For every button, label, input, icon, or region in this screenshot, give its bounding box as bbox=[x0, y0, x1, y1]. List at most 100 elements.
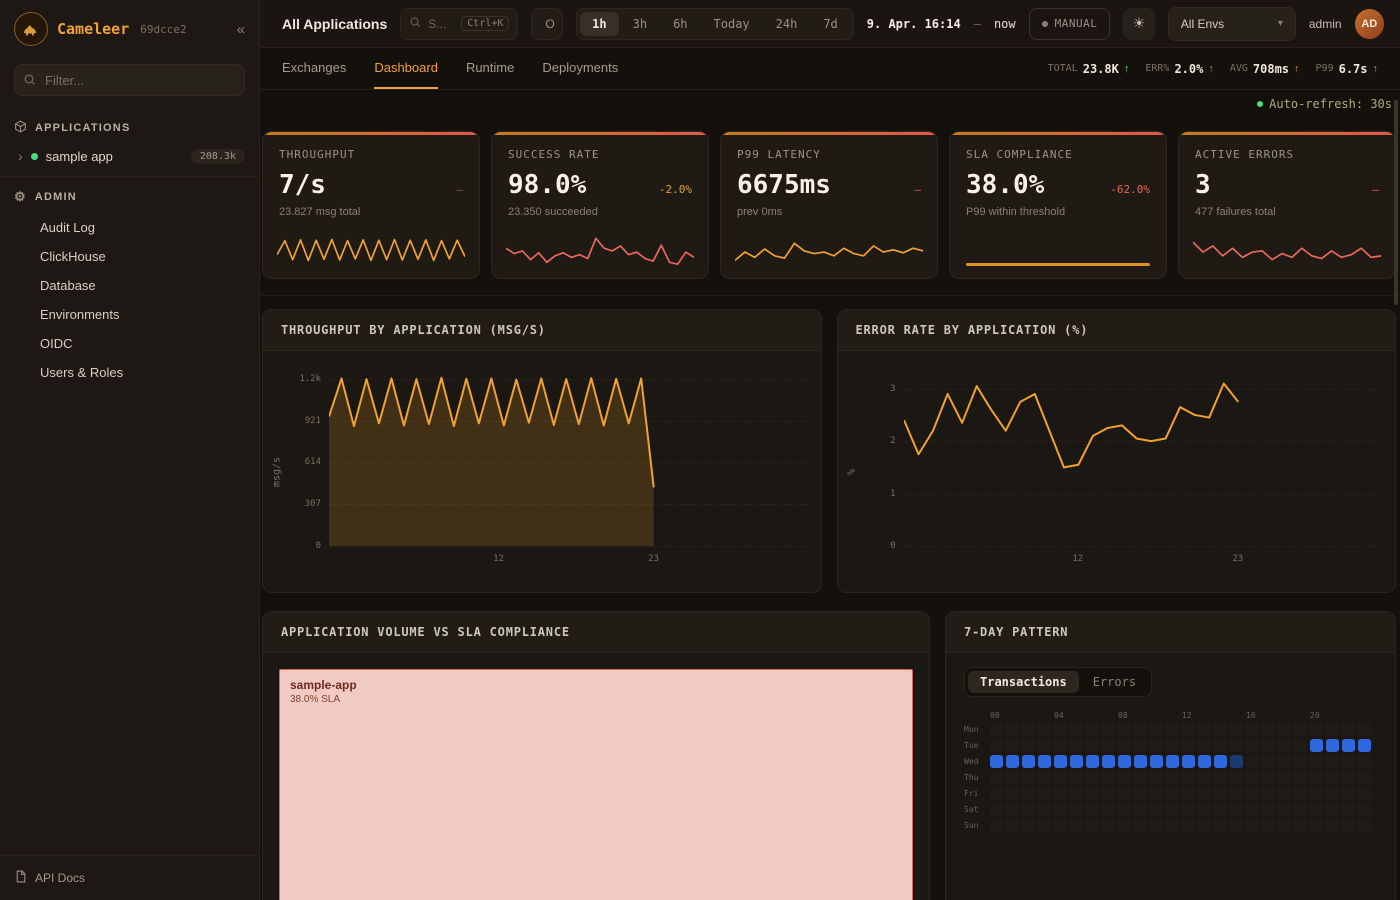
heatmap-cell[interactable] bbox=[1022, 771, 1035, 784]
heatmap-cell[interactable] bbox=[1086, 787, 1099, 800]
heatmap-cell[interactable] bbox=[1134, 787, 1147, 800]
heatmap-cell[interactable] bbox=[1198, 723, 1211, 736]
heatmap-cell[interactable] bbox=[990, 771, 1003, 784]
heatmap-cell[interactable] bbox=[1022, 739, 1035, 752]
heatmap-cell[interactable] bbox=[1342, 787, 1355, 800]
heatmap-cell[interactable] bbox=[1006, 755, 1019, 768]
heatmap-cell[interactable] bbox=[1118, 803, 1131, 816]
range-6h[interactable]: 6h bbox=[661, 12, 699, 36]
heatmap-cell[interactable] bbox=[1118, 787, 1131, 800]
heatmap-cell[interactable] bbox=[1054, 819, 1067, 832]
range-7d[interactable]: 7d bbox=[811, 12, 849, 36]
heatmap-cell[interactable] bbox=[1326, 819, 1339, 832]
heatmap-cell[interactable] bbox=[1150, 803, 1163, 816]
heatmap-cell[interactable] bbox=[1006, 819, 1019, 832]
heatmap-cell[interactable] bbox=[1182, 739, 1195, 752]
heatmap-cell[interactable] bbox=[1262, 723, 1275, 736]
heatmap-cell[interactable] bbox=[1118, 739, 1131, 752]
heatmap-cell[interactable] bbox=[1006, 771, 1019, 784]
heatmap-cell[interactable] bbox=[1214, 739, 1227, 752]
manual-refresh-button[interactable]: MANUAL bbox=[1029, 8, 1111, 40]
heatmap-cell[interactable] bbox=[1230, 755, 1243, 768]
heatmap-cell[interactable] bbox=[1294, 803, 1307, 816]
treemap-rect-sample-app[interactable]: sample-app 38.0% SLA bbox=[279, 669, 913, 900]
heatmap-cell[interactable] bbox=[1134, 819, 1147, 832]
heatmap-cell[interactable] bbox=[1294, 787, 1307, 800]
heatmap-cell[interactable] bbox=[1070, 739, 1083, 752]
filter-input[interactable] bbox=[14, 64, 245, 96]
heatmap-cell[interactable] bbox=[1342, 803, 1355, 816]
heatmap-cell[interactable] bbox=[1086, 739, 1099, 752]
heatmap-cell[interactable] bbox=[1166, 819, 1179, 832]
heatmap-cell[interactable] bbox=[1326, 755, 1339, 768]
heatmap-cell[interactable] bbox=[1070, 819, 1083, 832]
theme-toggle-button[interactable]: ☀ bbox=[1123, 8, 1154, 40]
heatmap-cell[interactable] bbox=[1310, 803, 1323, 816]
heatmap-cell[interactable] bbox=[1230, 819, 1243, 832]
heatmap-cell[interactable] bbox=[1022, 803, 1035, 816]
heatmap-cell[interactable] bbox=[1310, 723, 1323, 736]
heatmap-cell[interactable] bbox=[1278, 819, 1291, 832]
heatmap-cell[interactable] bbox=[1166, 771, 1179, 784]
heatmap-cell[interactable] bbox=[1038, 787, 1051, 800]
heatmap-cell[interactable] bbox=[1150, 787, 1163, 800]
heatmap-cell[interactable] bbox=[1246, 803, 1259, 816]
heatmap-cell[interactable] bbox=[1150, 755, 1163, 768]
heatmap-cell[interactable] bbox=[1342, 755, 1355, 768]
heatmap-cell[interactable] bbox=[1262, 787, 1275, 800]
heatmap-cell[interactable] bbox=[1038, 771, 1051, 784]
heatmap-cell[interactable] bbox=[1262, 803, 1275, 816]
heatmap-cell[interactable] bbox=[1214, 803, 1227, 816]
heatmap-cell[interactable] bbox=[1278, 787, 1291, 800]
heatmap-cell[interactable] bbox=[1182, 771, 1195, 784]
global-search[interactable]: S... Ctrl+K bbox=[400, 8, 518, 40]
heatmap-cell[interactable] bbox=[1118, 819, 1131, 832]
now-label[interactable]: now bbox=[994, 17, 1016, 31]
heatmap-cell[interactable] bbox=[1118, 755, 1131, 768]
sidebar-item-database[interactable]: Database bbox=[0, 271, 259, 300]
heatmap-cell[interactable] bbox=[1006, 723, 1019, 736]
avatar[interactable]: AD bbox=[1355, 9, 1384, 39]
heatmap-cell[interactable] bbox=[1086, 803, 1099, 816]
heatmap-cell[interactable] bbox=[1022, 723, 1035, 736]
heatmap-cell[interactable] bbox=[1198, 787, 1211, 800]
toggle-transactions[interactable]: Transactions bbox=[968, 671, 1079, 693]
heatmap-cell[interactable] bbox=[1342, 739, 1355, 752]
heatmap-cell[interactable] bbox=[1278, 723, 1291, 736]
heatmap-cell[interactable] bbox=[1198, 771, 1211, 784]
heatmap-cell[interactable] bbox=[1102, 723, 1115, 736]
heatmap-cell[interactable] bbox=[1310, 739, 1323, 752]
heatmap-cell[interactable] bbox=[1166, 755, 1179, 768]
heatmap-cell[interactable] bbox=[1054, 755, 1067, 768]
heatmap-cell[interactable] bbox=[1150, 771, 1163, 784]
heatmap-cell[interactable] bbox=[1326, 771, 1339, 784]
tab-exchanges[interactable]: Exchanges bbox=[282, 48, 346, 89]
heatmap-cell[interactable] bbox=[1134, 723, 1147, 736]
heatmap-cell[interactable] bbox=[1358, 787, 1371, 800]
heatmap-cell[interactable] bbox=[1294, 739, 1307, 752]
heatmap-cell[interactable] bbox=[1246, 771, 1259, 784]
range-3h[interactable]: 3h bbox=[621, 12, 659, 36]
heatmap-cell[interactable] bbox=[1150, 819, 1163, 832]
chevron-right-icon[interactable]: › bbox=[18, 148, 23, 164]
heatmap-cell[interactable] bbox=[1086, 723, 1099, 736]
heatmap-cell[interactable] bbox=[1102, 787, 1115, 800]
heatmap-cell[interactable] bbox=[1054, 723, 1067, 736]
sidebar-item-audit-log[interactable]: Audit Log bbox=[0, 213, 259, 242]
heatmap-cell[interactable] bbox=[1086, 819, 1099, 832]
heatmap-cell[interactable] bbox=[1134, 771, 1147, 784]
range-1h[interactable]: 1h bbox=[580, 12, 618, 36]
heatmap-cell[interactable] bbox=[1278, 803, 1291, 816]
heatmap-cell[interactable] bbox=[1342, 771, 1355, 784]
heatmap-cell[interactable] bbox=[1342, 819, 1355, 832]
heatmap-cell[interactable] bbox=[1070, 771, 1083, 784]
range-24h[interactable]: 24h bbox=[764, 12, 810, 36]
heatmap-cell[interactable] bbox=[1230, 739, 1243, 752]
heatmap-cell[interactable] bbox=[1022, 755, 1035, 768]
heatmap-cell[interactable] bbox=[1310, 787, 1323, 800]
heatmap-cell[interactable] bbox=[1310, 755, 1323, 768]
heatmap-cell[interactable] bbox=[990, 755, 1003, 768]
heatmap-cell[interactable] bbox=[1182, 819, 1195, 832]
environment-select[interactable]: All Envs ▾ bbox=[1168, 7, 1296, 41]
heatmap-cell[interactable] bbox=[1070, 755, 1083, 768]
